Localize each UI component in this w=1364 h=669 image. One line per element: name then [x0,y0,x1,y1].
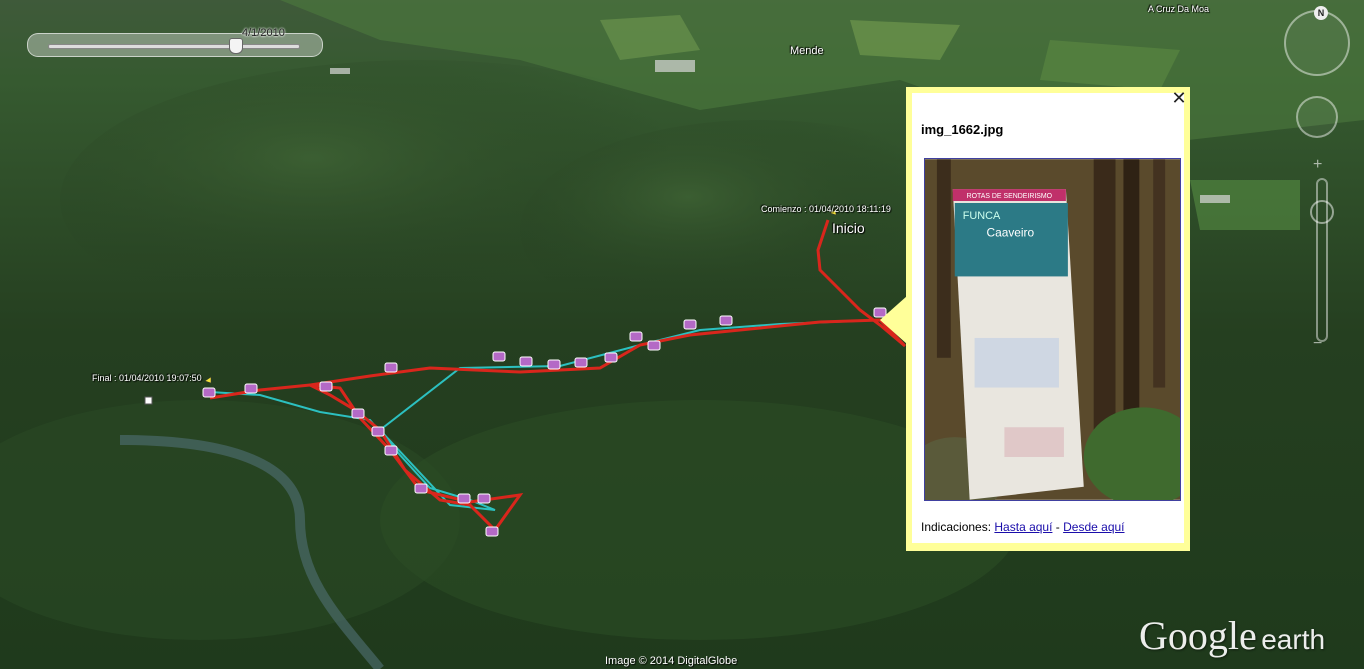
sign-line1: FUNCA [963,210,1001,222]
balloon-directions: Indicaciones: Hasta aquí - Desde aquí [921,520,1125,534]
time-slider-track[interactable] [48,44,300,49]
sign-header: ROTAS DE SENDEIRISMO [967,193,1053,200]
balloon-title: img_1662.jpg [921,122,1004,137]
track-start-name[interactable]: Inicio [832,220,865,236]
place-label-mende[interactable]: Mende [790,45,824,57]
directions-from-here-link[interactable]: Desde aquí [1063,520,1124,534]
time-slider-handle[interactable] [229,38,243,54]
zoom-slider-handle[interactable] [1310,200,1334,224]
sign-place: Caaveiro [987,226,1035,240]
track-end-label[interactable]: Final : 01/04/2010 19:07:50 [92,373,202,383]
zoom-out-icon[interactable]: − [1313,335,1322,353]
move-control[interactable] [1296,96,1338,138]
zoom-in-icon[interactable]: + [1313,156,1322,174]
track-start-label[interactable]: Comienzo : 01/04/2010 18:11:19 [761,204,891,214]
logo-google: Google [1139,613,1257,658]
logo-earth: earth [1261,624,1326,655]
look-control[interactable] [1284,10,1350,76]
time-slider-date: 4/1/2010 [242,27,285,39]
balloon-photo[interactable]: ROTAS DE SENDEIRISMO FUNCA Caaveiro [924,158,1181,501]
directions-to-here-link[interactable]: Hasta aquí [994,520,1052,534]
popup-tail [880,296,907,344]
directions-label: Indicaciones: [921,520,992,534]
north-indicator[interactable]: N [1314,6,1328,20]
image-credit: Image © 2014 DigitalGlobe [605,655,738,667]
google-earth-logo: Google earth [1139,612,1325,659]
close-icon[interactable]: ✕ [1171,89,1187,107]
directions-separator: - [1055,520,1060,534]
place-label-cruz[interactable]: A Cruz Da Moa [1148,4,1209,14]
